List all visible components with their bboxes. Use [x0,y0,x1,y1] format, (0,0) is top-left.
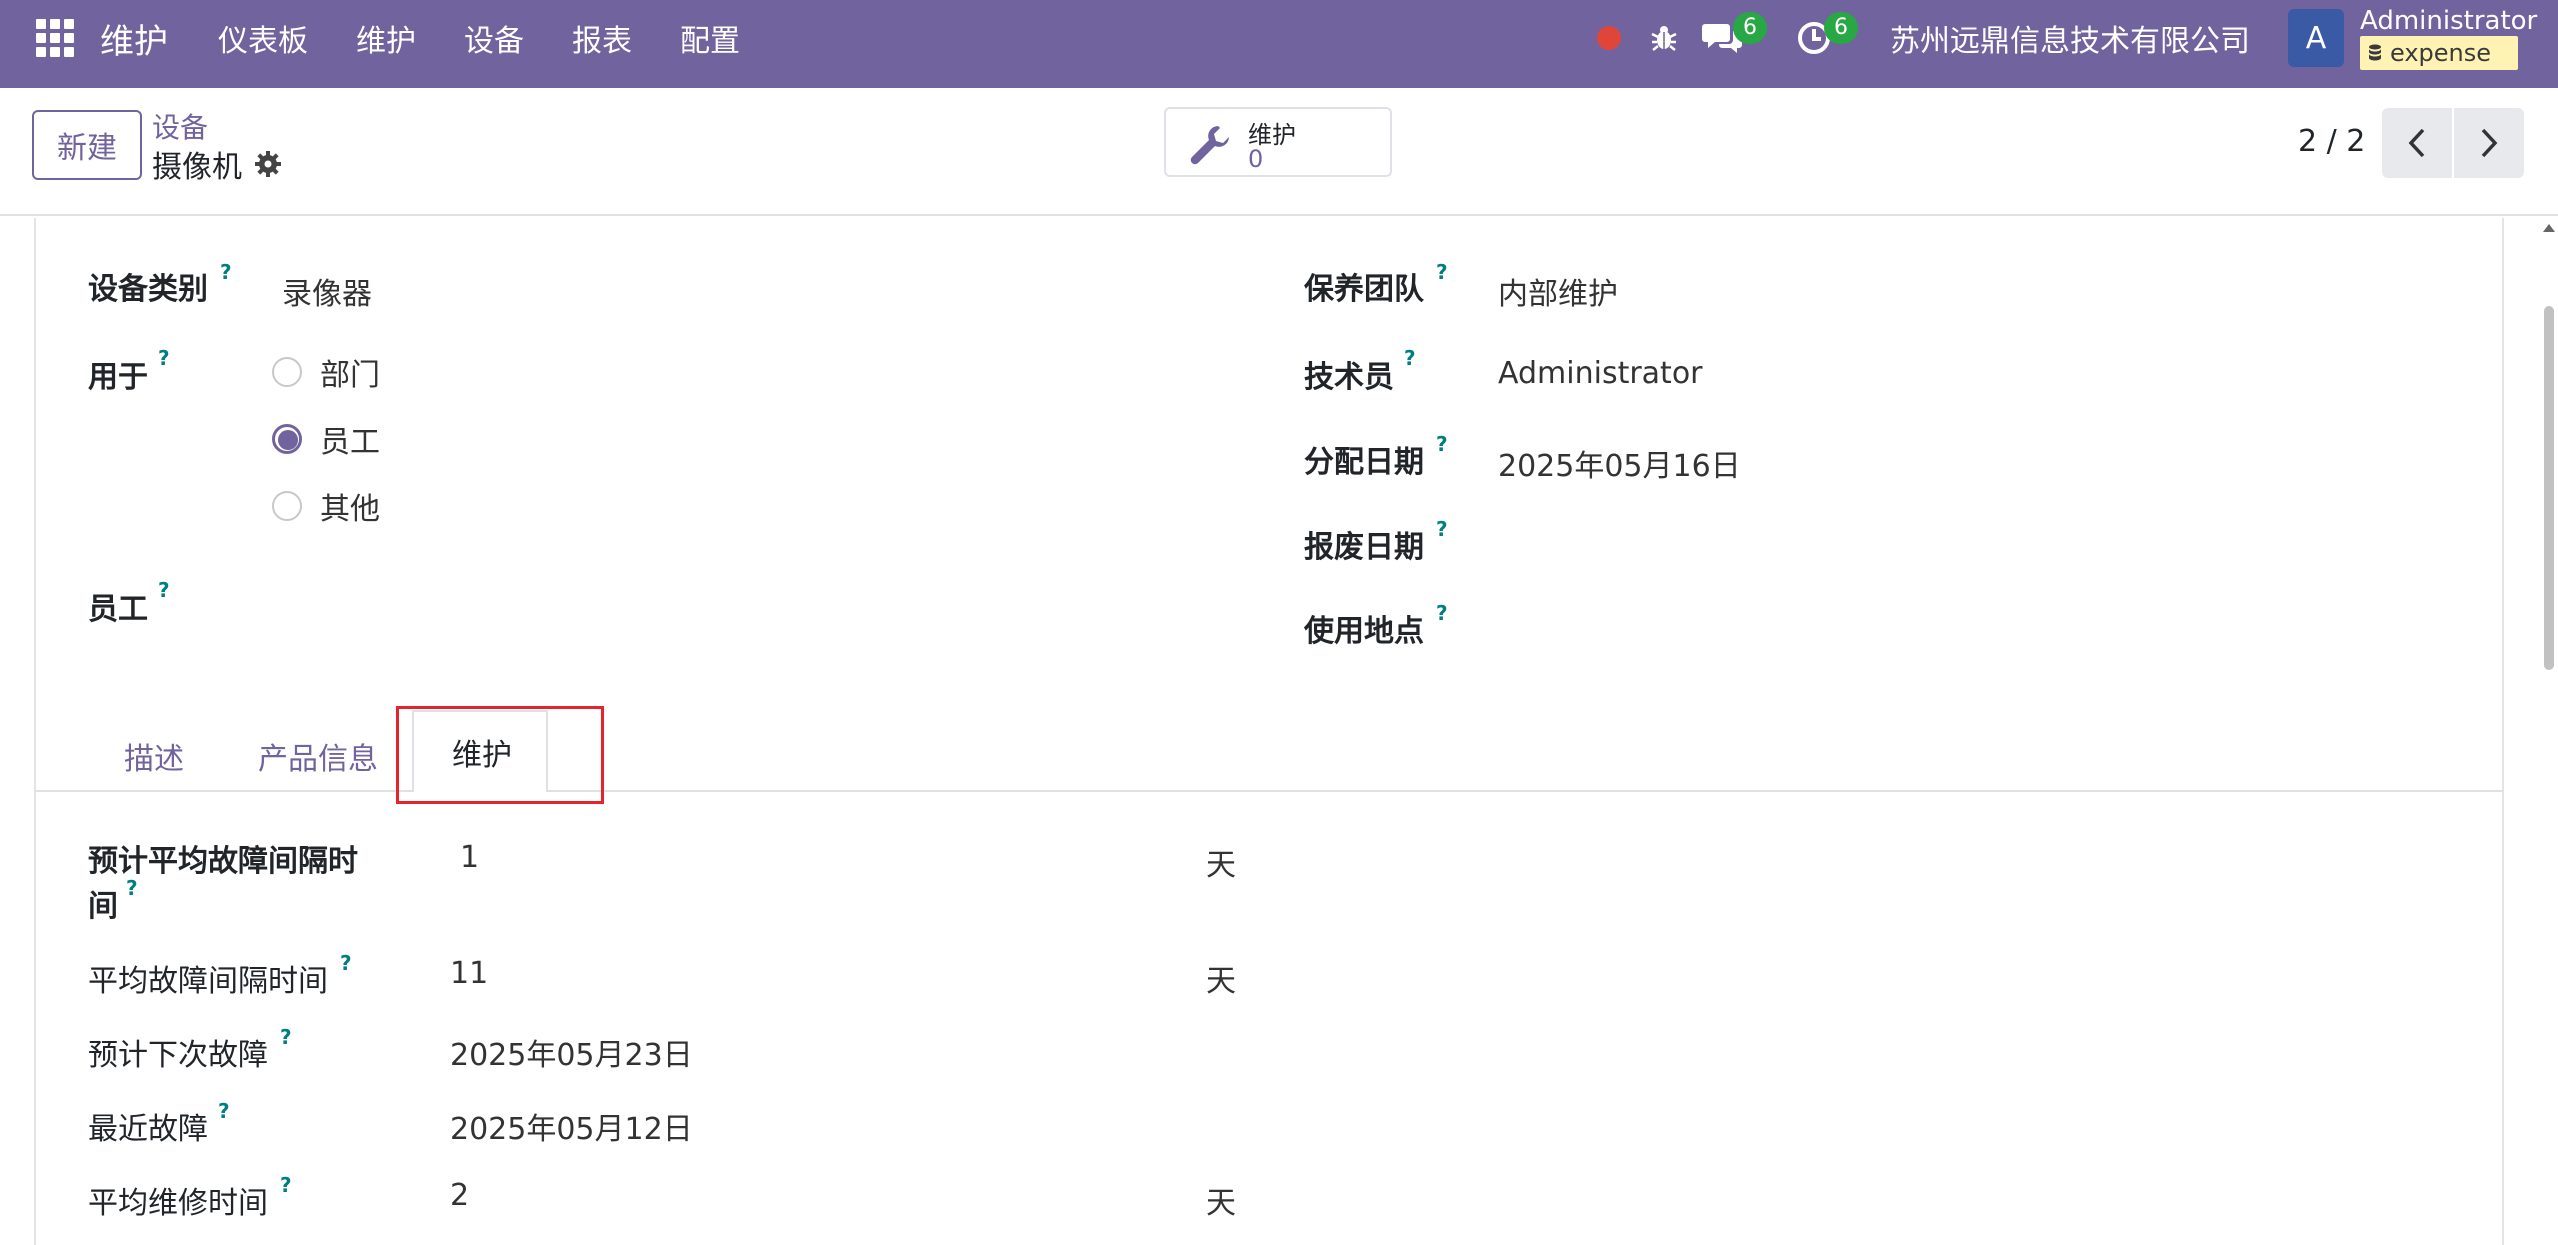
database-tag: expense [2360,36,2518,70]
help-tooltip-icon[interactable]: ? [340,951,352,975]
technician-label: 技术员 [1304,360,1394,395]
tab-product-information[interactable]: 产品信息 [258,734,378,778]
debug-bug-icon[interactable] [1648,0,1680,76]
pager-next-button[interactable] [2454,108,2524,178]
expected-mtbf-label: 预计平均故障间隔时 [88,844,358,879]
scrollbar-thumb[interactable] [2544,306,2554,670]
main-menu: 仪表板 维护 设备 报表 配置 [218,0,788,76]
app-menu-grid-icon[interactable] [36,0,76,76]
expected-mtbf-unit: 天 [1206,848,1236,883]
employee-label: 员工 [88,592,148,627]
assign-date-field[interactable]: 2025年05月16日 [1498,441,1741,485]
help-tooltip-icon[interactable]: ? [1436,260,1448,284]
help-tooltip-icon[interactable]: ? [158,578,170,602]
menu-item-dashboard[interactable]: 仪表板 [218,16,308,60]
help-tooltip-icon[interactable]: ? [218,1099,230,1123]
tab-description[interactable]: 描述 [124,734,184,778]
radio-option-other[interactable]: 其他 [272,484,380,528]
menu-item-reports[interactable]: 报表 [572,16,632,60]
breadcrumb-current: 摄像机 [152,142,282,186]
top-navbar: 维护 仪表板 维护 设备 报表 配置 6 6 苏州远鼎信息技术有限公司 A Ad… [0,0,2558,88]
location-label: 使用地点 [1304,614,1424,649]
smart-button-count: 0 [1248,145,1264,173]
breadcrumb-parent-link[interactable]: 设备 [152,106,208,146]
help-tooltip-icon[interactable]: ? [158,346,170,370]
radio-option-department[interactable]: 部门 [272,350,380,394]
technician-field[interactable]: Administrator [1498,356,1703,391]
chevron-right-icon [2481,128,2498,158]
radio-button-selected[interactable] [272,424,302,454]
user-name[interactable]: Administrator [2360,6,2537,36]
radio-label: 员工 [320,425,380,460]
mtbf-label: 平均故障间隔时间 [88,964,328,999]
help-tooltip-icon[interactable]: ? [220,260,232,284]
menu-item-maintenance[interactable]: 维护 [356,16,416,60]
recording-indicator-icon[interactable] [1597,0,1621,76]
help-tooltip-icon[interactable]: ? [280,1025,292,1049]
help-tooltip-icon[interactable]: ? [1436,517,1448,541]
help-tooltip-icon[interactable]: ? [1404,346,1416,370]
radio-label: 其他 [320,492,380,527]
gear-icon[interactable] [254,150,282,178]
help-tooltip-icon[interactable]: ? [280,1173,292,1197]
pager-previous-button[interactable] [2382,108,2452,178]
maintenance-smart-button[interactable]: 维护 0 [1164,107,1392,177]
help-tooltip-icon[interactable]: ? [1436,601,1448,625]
new-button[interactable]: 新建 [32,110,142,180]
radio-button[interactable] [272,357,302,387]
radio-option-employee[interactable]: 员工 [272,417,380,461]
next-failure-value: 2025年05月23日 [450,1038,693,1073]
activity-count-badge: 6 [1824,12,1858,44]
next-failure-label: 预计下次故障 [88,1038,268,1073]
radio-label: 部门 [320,358,380,393]
company-switcher[interactable]: 苏州远鼎信息技术有限公司 [1890,0,2250,76]
mttr-unit: 天 [1206,1186,1236,1221]
record-name: 摄像机 [152,150,242,185]
scrap-date-label: 报废日期 [1304,530,1424,565]
highlight-box [396,706,604,804]
database-icon [2369,44,2381,61]
equipment-category-label: 设备类别 [88,272,208,307]
expected-mtbf-label-cont: 间 [88,889,118,924]
help-tooltip-icon[interactable]: ? [126,876,138,900]
mtbf-unit: 天 [1206,964,1236,999]
pager-value[interactable]: 2 / 2 [2298,124,2365,159]
help-tooltip-icon[interactable]: ? [1436,432,1448,456]
maintenance-team-label: 保养团队 [1304,272,1424,307]
last-failure-value: 2025年05月12日 [450,1112,693,1147]
app-name[interactable]: 维护 [100,0,168,76]
user-avatar[interactable]: A [2288,9,2344,67]
menu-item-equipment[interactable]: 设备 [464,16,524,60]
assign-date-label: 分配日期 [1304,445,1424,480]
control-panel: 新建 设备 摄像机 维护 0 2 / 2 [0,88,2558,216]
used-for-label: 用于 [88,360,148,395]
scroll-up-arrow-icon[interactable] [2543,224,2555,232]
maintenance-team-field[interactable]: 内部维护 [1498,269,1618,313]
mttr-value: 2 [450,1178,470,1213]
last-failure-label: 最近故障 [88,1112,208,1147]
wrench-icon [1190,126,1229,165]
mttr-label: 平均维修时间 [88,1186,268,1221]
radio-button[interactable] [272,491,302,521]
mtbf-value: 11 [450,956,489,991]
menu-item-configuration[interactable]: 配置 [680,16,740,60]
chevron-left-icon [2408,128,2425,158]
equipment-category-field[interactable]: 录像器 [282,269,372,313]
expected-mtbf-input[interactable]: 1 [460,840,479,875]
messages-count-badge: 6 [1733,12,1767,44]
database-name: expense [2390,39,2492,67]
